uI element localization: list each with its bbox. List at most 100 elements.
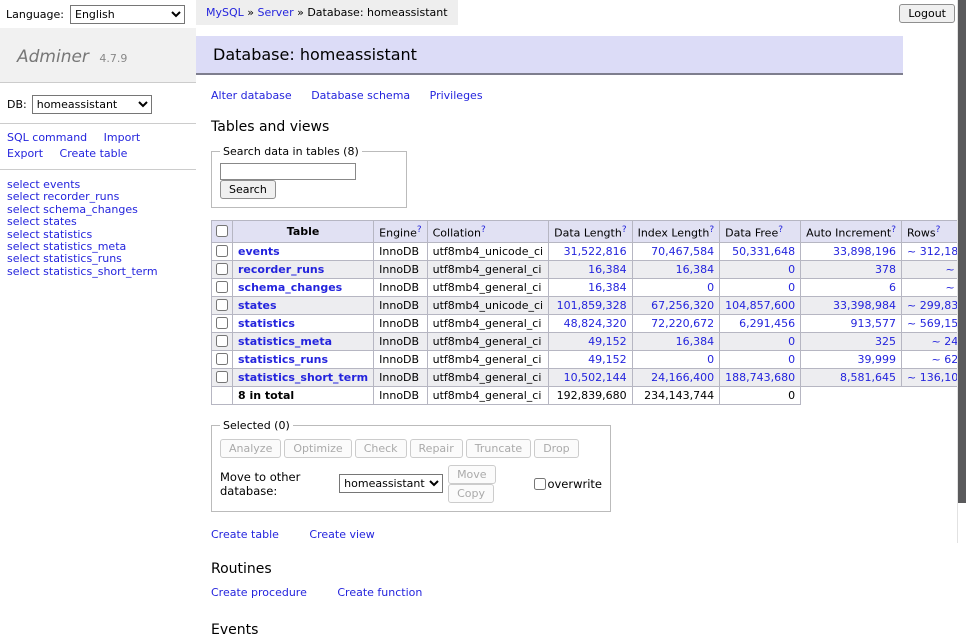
engine-cell: InnoDB	[374, 260, 427, 278]
sidebar-link-import[interactable]: Import	[104, 131, 141, 144]
table-name-link[interactable]: statistics_meta	[238, 335, 332, 348]
sidebar-select-link-states[interactable]: select states	[7, 216, 189, 228]
sidebar-link-sql-command[interactable]: SQL command	[7, 131, 87, 144]
breadcrumb-link-server[interactable]: Server	[258, 6, 294, 19]
help-link[interactable]: ?	[481, 225, 486, 235]
nav-link-privileges[interactable]: Privileges	[430, 89, 483, 102]
row-checkbox[interactable]	[216, 335, 228, 347]
search-input[interactable]	[220, 163, 356, 180]
breadcrumb-link-mysql[interactable]: MySQL	[206, 6, 244, 19]
search-button[interactable]: Search	[220, 180, 276, 199]
data-length-cell: 101,859,328	[549, 296, 632, 314]
index-length-cell: 70,467,584	[632, 242, 720, 260]
link-create-procedure[interactable]: Create procedure	[211, 586, 307, 599]
logout-button[interactable]: Logout	[899, 4, 955, 23]
table-name-cell: schema_changes	[233, 278, 374, 296]
data-free-cell: 50,331,648	[720, 242, 801, 260]
row-checkbox[interactable]	[216, 245, 228, 257]
engine-cell: InnoDB	[374, 314, 427, 332]
auto-increment-cell: 378	[801, 260, 902, 278]
data-free-cell: 0	[720, 260, 801, 278]
column-header-table: Table	[233, 221, 374, 243]
language-row: Language: English	[6, 5, 185, 24]
data-length-cell: 49,152	[549, 350, 632, 368]
table-name-link[interactable]: statistics_runs	[238, 353, 328, 366]
index-length-cell: 16,384	[632, 260, 720, 278]
overwrite-checkbox[interactable]	[534, 478, 546, 490]
row-select-cell	[212, 278, 233, 296]
table-name-link[interactable]: recorder_runs	[238, 263, 324, 276]
move-row: Move to other database: homeassistant Mo…	[220, 465, 602, 503]
row-checkbox[interactable]	[216, 263, 228, 275]
repair-button[interactable]: Repair	[410, 439, 463, 458]
breadcrumb-separator: »	[297, 6, 304, 19]
help-link[interactable]: ?	[936, 225, 941, 235]
help-link[interactable]: ?	[778, 225, 783, 235]
link-create-table[interactable]: Create table	[211, 528, 279, 541]
scrollbar-thumb[interactable]	[958, 0, 966, 503]
sidebar-select-link-statistics-runs[interactable]: select statistics_runs	[7, 253, 189, 265]
table-row-states: statesInnoDButf8mb4_unicode_ci101,859,32…	[212, 296, 966, 314]
database-nav-links: Alter database Database schema Privilege…	[211, 89, 903, 102]
analyze-button[interactable]: Analyze	[220, 439, 281, 458]
table-row-statistics-short-term: statistics_short_termInnoDButf8mb4_gener…	[212, 368, 966, 386]
nav-link-alter-database[interactable]: Alter database	[211, 89, 292, 102]
column-header-data-length: Data Length?	[549, 221, 632, 243]
select-all-checkbox[interactable]	[216, 225, 228, 237]
table-name-link[interactable]: states	[238, 299, 277, 312]
nav-link-database-schema[interactable]: Database schema	[311, 89, 410, 102]
auto-increment-cell: 39,999	[801, 350, 902, 368]
index-length-cell: 24,166,400	[632, 368, 720, 386]
sidebar-select-link-statistics-short-term[interactable]: select statistics_short_term	[7, 266, 189, 278]
engine-cell: InnoDB	[374, 332, 427, 350]
row-checkbox[interactable]	[216, 317, 228, 329]
sidebar-select-link-recorder-runs[interactable]: select recorder_runs	[7, 191, 189, 203]
optimize-button[interactable]: Optimize	[284, 439, 351, 458]
move-button[interactable]: Move	[448, 465, 496, 484]
row-checkbox[interactable]	[216, 299, 228, 311]
row-checkbox[interactable]	[216, 371, 228, 383]
check-button[interactable]: Check	[355, 439, 407, 458]
tables-body: eventsInnoDButf8mb4_unicode_ci31,522,816…	[212, 242, 966, 404]
table-name-link[interactable]: statistics	[238, 317, 295, 330]
table-name-link[interactable]: events	[238, 245, 280, 258]
breadcrumb-separator: »	[247, 6, 254, 19]
copy-button[interactable]: Copy	[448, 484, 494, 503]
table-row-statistics-meta: statistics_metaInnoDButf8mb4_general_ci4…	[212, 332, 966, 350]
total-index-length-cell: 234,143,744	[632, 386, 720, 404]
sidebar-link-export[interactable]: Export	[7, 147, 43, 160]
link-create-function[interactable]: Create function	[337, 586, 422, 599]
total-engine-cell: InnoDB	[374, 386, 427, 404]
total-label-cell: 8 in total	[233, 386, 374, 404]
truncate-button[interactable]: Truncate	[466, 439, 531, 458]
data-free-cell: 0	[720, 332, 801, 350]
sidebar-table-links: select eventsselect recorder_runsselect …	[0, 170, 196, 287]
help-link[interactable]: ?	[709, 225, 714, 235]
help-link[interactable]: ?	[891, 225, 896, 235]
help-superscript: ?	[778, 224, 783, 235]
row-checkbox[interactable]	[216, 281, 228, 293]
app-header: Adminer 4.7.9	[0, 28, 196, 83]
sidebar-link-create-table[interactable]: Create table	[60, 147, 128, 160]
db-select[interactable]: homeassistant	[32, 95, 152, 114]
auto-increment-cell: 33,398,984	[801, 296, 902, 314]
app-version: 4.7.9	[99, 52, 127, 65]
language-select[interactable]: English	[70, 5, 185, 24]
help-link[interactable]: ?	[417, 225, 422, 235]
move-database-select[interactable]: homeassistant	[339, 474, 443, 493]
help-link[interactable]: ?	[622, 225, 627, 235]
row-checkbox[interactable]	[216, 353, 228, 365]
link-create-view[interactable]: Create view	[309, 528, 374, 541]
table-name-link[interactable]: schema_changes	[238, 281, 342, 294]
data-length-cell: 49,152	[549, 332, 632, 350]
scrollbar[interactable]	[957, 0, 966, 543]
total-data-free-cell: 0	[720, 386, 801, 404]
table-name-link[interactable]: statistics_short_term	[238, 371, 368, 384]
column-header-index-length: Index Length?	[632, 221, 720, 243]
data-free-cell: 0	[720, 278, 801, 296]
drop-button[interactable]: Drop	[534, 439, 578, 458]
help-superscript: ?	[709, 224, 714, 235]
selected-fieldset: Selected (0) AnalyzeOptimizeCheckRepairT…	[211, 419, 611, 512]
sidebar: Adminer 4.7.9 DB: homeassistant SQL comm…	[0, 28, 196, 287]
row-select-cell	[212, 260, 233, 278]
